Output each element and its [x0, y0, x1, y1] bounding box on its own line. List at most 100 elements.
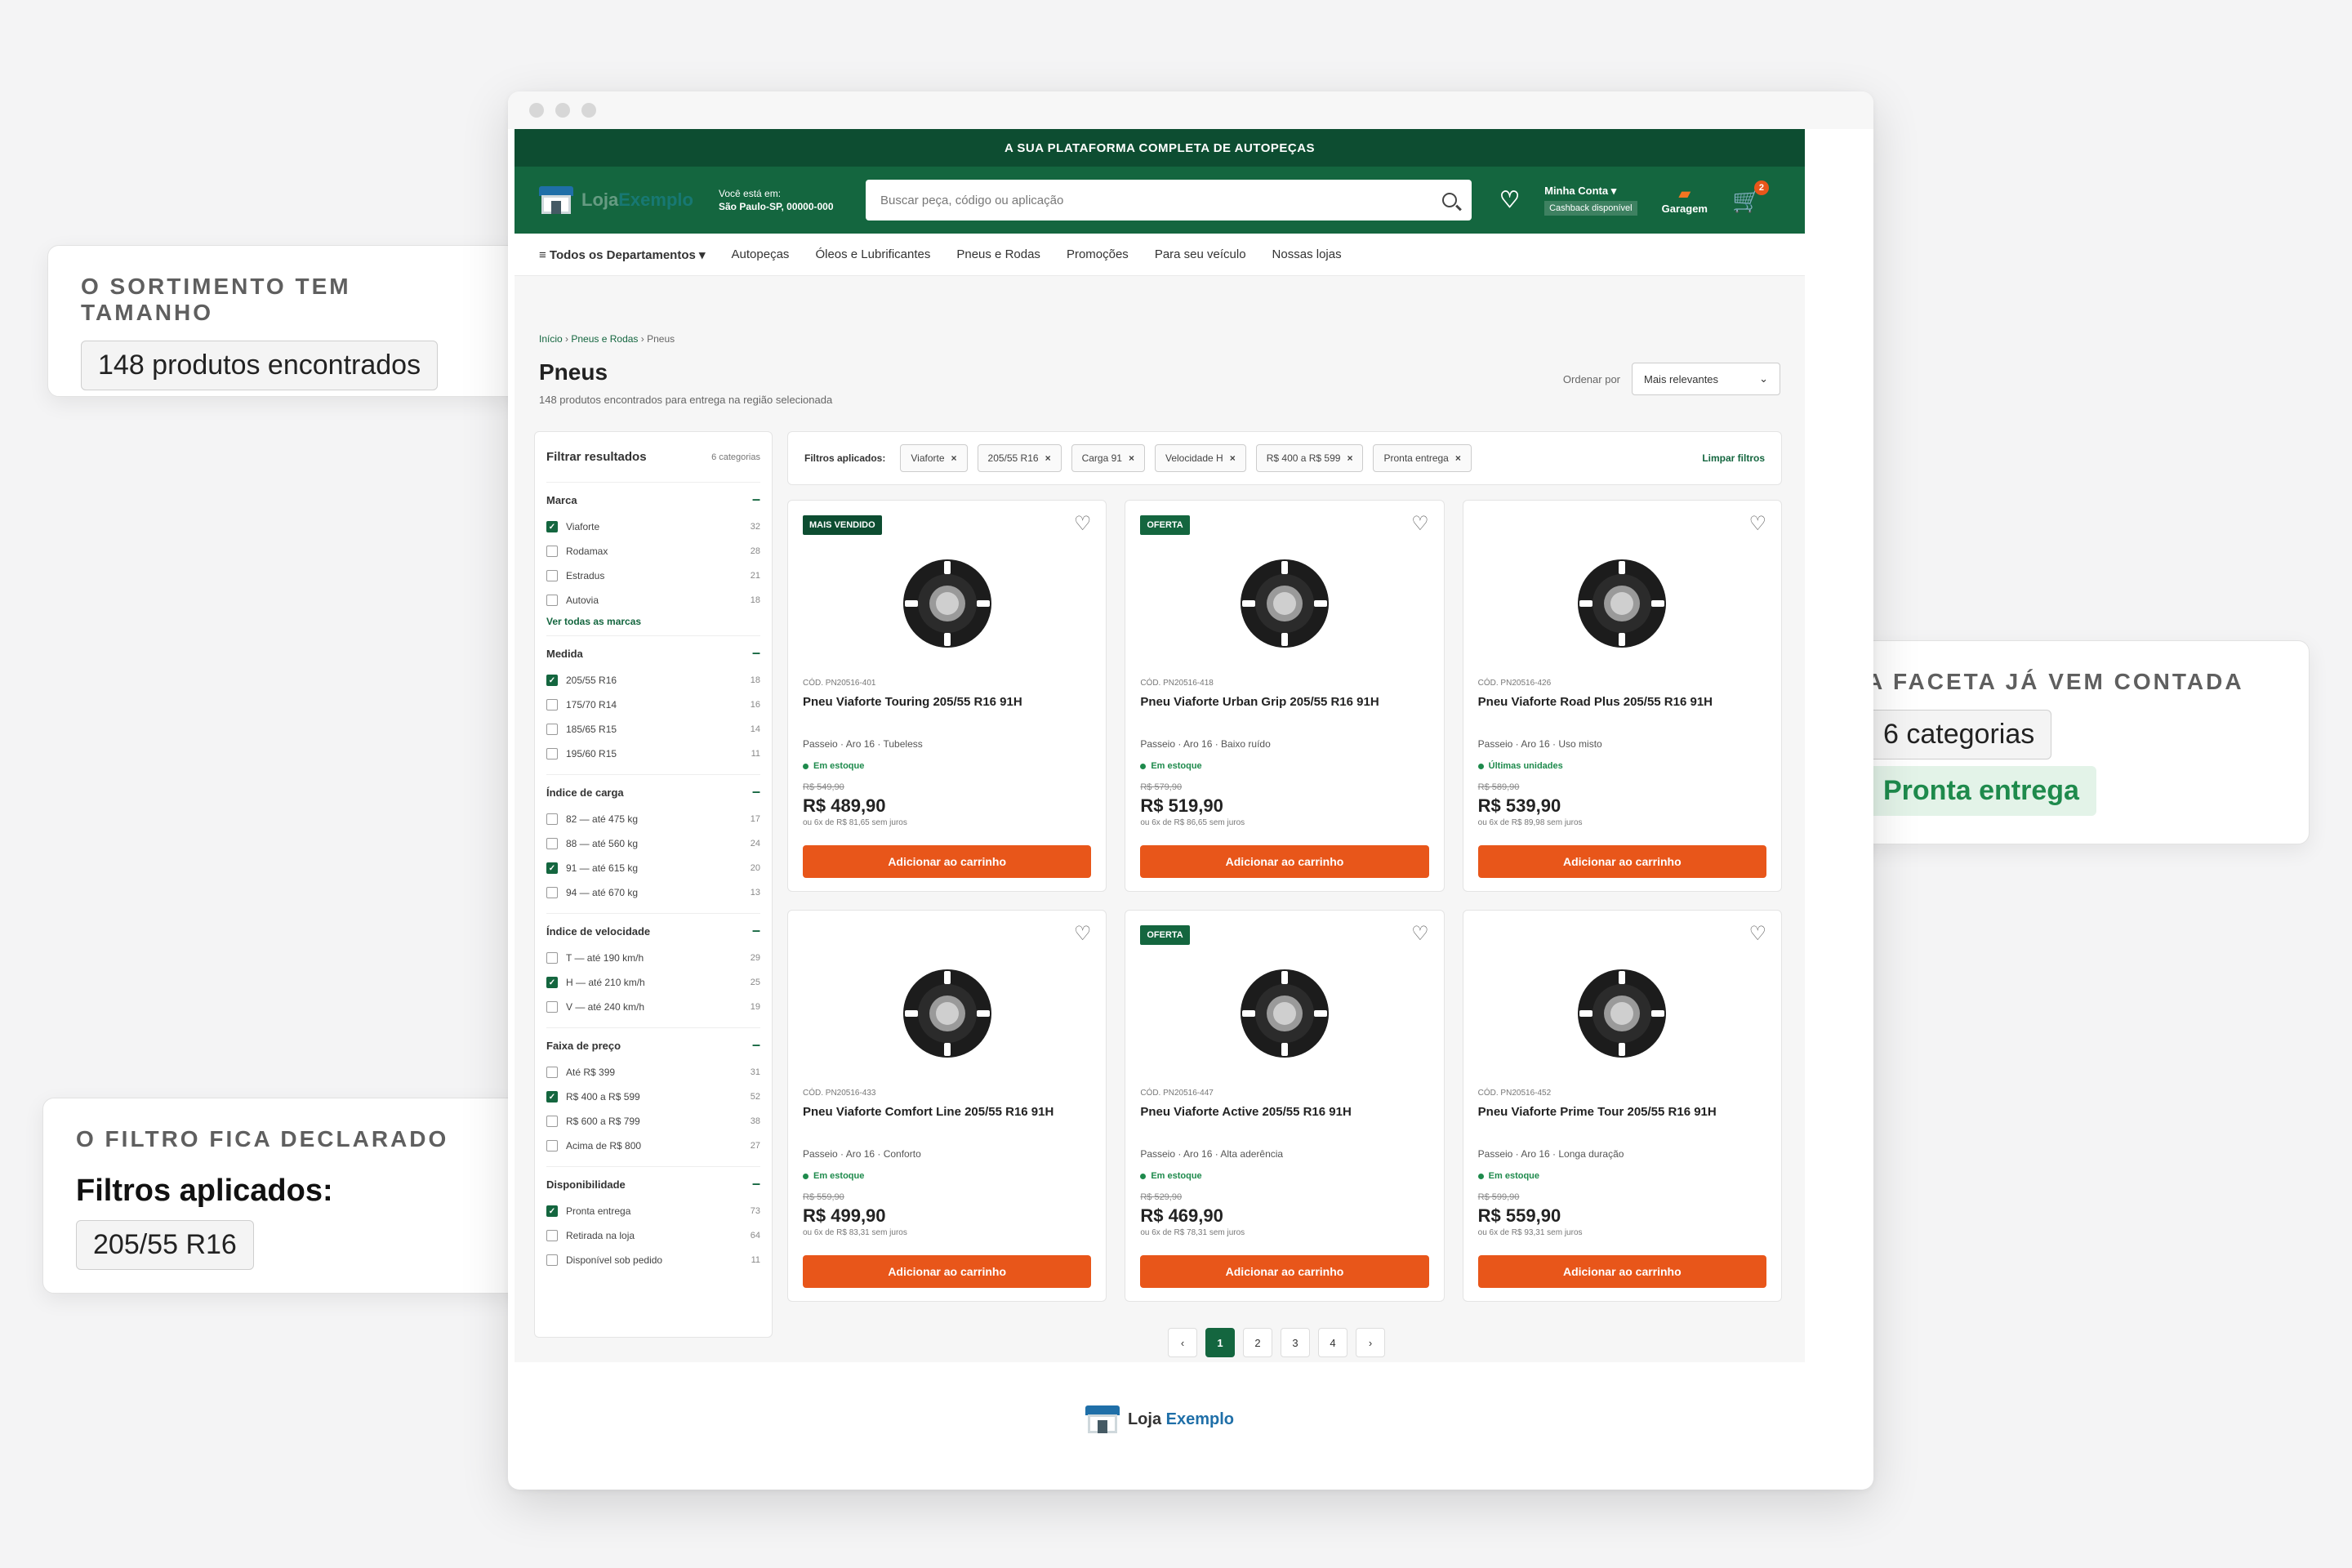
account-menu[interactable]: Minha Conta ▾ Cashback disponível: [1544, 185, 1637, 216]
facet-title[interactable]: Índice de carga –: [546, 784, 760, 799]
add-to-cart-button[interactable]: Adicionar ao carrinho: [803, 845, 1092, 878]
facet-option[interactable]: ✓ H — até 210 km/h 25: [546, 970, 760, 995]
close-icon[interactable]: ×: [951, 452, 957, 464]
search-input[interactable]: Buscar peça, código ou aplicação: [866, 180, 1472, 220]
applied-filter-chip[interactable]: 205/55 R16 ×: [977, 444, 1062, 472]
checkbox-icon[interactable]: [546, 1254, 558, 1266]
nav-item-promocoes[interactable]: Promoções: [1067, 247, 1129, 261]
facet-option[interactable]: Rodamax 28: [546, 539, 760, 564]
applied-filter-chip[interactable]: R$ 400 a R$ 599 ×: [1255, 444, 1364, 472]
facet-title[interactable]: Índice de velocidade –: [546, 923, 760, 938]
checkbox-checked-icon[interactable]: ✓: [546, 521, 558, 532]
close-icon[interactable]: ×: [1455, 452, 1461, 464]
facet-option[interactable]: Até R$ 399 31: [546, 1060, 760, 1085]
product-name[interactable]: Pneu Viaforte Active 205/55 R16 91H: [1140, 1104, 1428, 1120]
applied-filter-chip[interactable]: Pronta entrega ×: [1373, 444, 1472, 472]
product-card[interactable]: OFERTA ♡ CÓD. PN20516-418 Pneu Viaforte Ur…: [1125, 500, 1445, 892]
close-icon[interactable]: ×: [1230, 452, 1236, 464]
location[interactable]: Você está em: São Paulo-SP, 00000-000: [719, 187, 866, 213]
tire-icon[interactable]: [1239, 558, 1330, 649]
product-card[interactable]: ♡ CÓD. PN20516-426 Pneu Viaforte Road Plu…: [1462, 500, 1782, 892]
facet-title[interactable]: Marca –: [546, 492, 760, 506]
facet-option[interactable]: ✓ 205/55 R16 18: [546, 668, 760, 693]
window-dot-icon[interactable]: [581, 103, 596, 118]
checkbox-checked-icon[interactable]: ✓: [546, 862, 558, 874]
facet-option[interactable]: 82 — até 475 kg 17: [546, 807, 760, 831]
facet-option[interactable]: Acima de R$ 800 27: [546, 1134, 760, 1158]
heart-icon[interactable]: ♡: [1411, 922, 1429, 946]
facet-title[interactable]: Faixa de preço –: [546, 1037, 760, 1052]
breadcrumb-category[interactable]: Pneus e Rodas: [571, 333, 638, 345]
checkbox-icon[interactable]: [546, 1230, 558, 1241]
tire-icon[interactable]: [1576, 968, 1668, 1059]
cart-icon[interactable]: 🛒 2: [1732, 180, 1769, 214]
facet-option[interactable]: 88 — até 560 kg 24: [546, 831, 760, 856]
applied-filter-chip[interactable]: Carga 91 ×: [1071, 444, 1145, 472]
heart-icon[interactable]: ♡: [1074, 922, 1092, 946]
product-name[interactable]: Pneu Viaforte Touring 205/55 R16 91H: [803, 694, 1091, 710]
checkbox-icon[interactable]: [546, 570, 558, 581]
product-name[interactable]: Pneu Viaforte Prime Tour 205/55 R16 91H: [1478, 1104, 1766, 1120]
page-button[interactable]: 2: [1243, 1328, 1272, 1357]
tire-icon[interactable]: [1576, 558, 1668, 649]
close-icon[interactable]: ×: [1347, 452, 1352, 464]
collapse-icon[interactable]: –: [752, 923, 760, 938]
checkbox-icon[interactable]: [546, 1116, 558, 1127]
collapse-icon[interactable]: –: [752, 1176, 760, 1191]
facet-option[interactable]: 94 — até 670 kg 13: [546, 880, 760, 905]
facet-option[interactable]: ✓ 91 — até 615 kg 20: [546, 856, 760, 880]
heart-icon[interactable]: ♡: [1499, 189, 1520, 212]
collapse-icon[interactable]: –: [752, 645, 760, 660]
facet-title[interactable]: Medida –: [546, 645, 760, 660]
checkbox-icon[interactable]: [546, 546, 558, 557]
add-to-cart-button[interactable]: Adicionar ao carrinho: [1477, 845, 1766, 878]
nav-item-pneus[interactable]: Pneus e Rodas: [956, 247, 1040, 261]
page-button[interactable]: 1: [1205, 1328, 1235, 1357]
prev-page-button[interactable]: ‹: [1168, 1328, 1197, 1357]
checkbox-icon[interactable]: [546, 838, 558, 849]
page-button[interactable]: 4: [1318, 1328, 1348, 1357]
nav-item-autopecas[interactable]: Autopeças: [732, 247, 790, 261]
facet-option[interactable]: T — até 190 km/h 29: [546, 946, 760, 970]
heart-icon[interactable]: ♡: [1411, 512, 1429, 536]
checkbox-checked-icon[interactable]: ✓: [546, 977, 558, 988]
checkbox-icon[interactable]: [546, 952, 558, 964]
close-icon[interactable]: ×: [1045, 452, 1051, 464]
nav-item-lojas[interactable]: Nossas lojas: [1272, 247, 1342, 261]
checkbox-checked-icon[interactable]: ✓: [546, 675, 558, 686]
checkbox-icon[interactable]: [546, 887, 558, 898]
breadcrumb-home[interactable]: Início: [539, 333, 563, 345]
applied-filter-chip[interactable]: Viaforte ×: [900, 444, 968, 472]
facet-option[interactable]: R$ 600 a R$ 799 38: [546, 1109, 760, 1134]
checkbox-icon[interactable]: [546, 1067, 558, 1078]
product-card[interactable]: MAIS VENDIDO ♡ CÓD. PN20516-401 Pneu Viafo…: [787, 500, 1107, 892]
facet-option[interactable]: 185/65 R15 14: [546, 717, 760, 742]
nav-item-veiculo[interactable]: Para seu veículo: [1155, 247, 1246, 261]
tire-icon[interactable]: [902, 558, 993, 649]
facet-option[interactable]: Estradus 21: [546, 564, 760, 588]
search-icon[interactable]: [1442, 193, 1457, 207]
store-logo[interactable]: LojaExemplo: [539, 186, 719, 214]
checkbox-icon[interactable]: [546, 1140, 558, 1152]
close-icon[interactable]: ×: [1129, 452, 1134, 464]
footer-logo[interactable]: Loja Exemplo: [1085, 1405, 1234, 1433]
facet-option[interactable]: ✓ Viaforte 32: [546, 514, 760, 539]
garage-button[interactable]: ▰ Garagem: [1662, 185, 1708, 215]
checkbox-icon[interactable]: [546, 724, 558, 735]
facet-option[interactable]: 175/70 R14 16: [546, 693, 760, 717]
product-card[interactable]: OFERTA ♡ CÓD. PN20516-447 Pneu Viaforte Ac…: [1125, 910, 1445, 1302]
nav-item-oleos[interactable]: Óleos e Lubrificantes: [815, 247, 930, 261]
facet-option[interactable]: ✓ R$ 400 a R$ 599 52: [546, 1085, 760, 1109]
checkbox-checked-icon[interactable]: ✓: [546, 1205, 558, 1217]
product-card[interactable]: ♡ CÓD. PN20516-433 Pneu Viaforte Comfort …: [787, 910, 1107, 1302]
facet-option[interactable]: Retirada na loja 64: [546, 1223, 760, 1248]
add-to-cart-button[interactable]: Adicionar ao carrinho: [1140, 845, 1429, 878]
checkbox-icon[interactable]: [546, 748, 558, 760]
facet-option[interactable]: ✓ Pronta entrega 73: [546, 1199, 760, 1223]
nav-departments[interactable]: ≡ Todos os Departamentos ▾: [539, 247, 706, 262]
applied-filter-chip[interactable]: Velocidade H ×: [1154, 444, 1246, 472]
checkbox-icon[interactable]: [546, 1001, 558, 1013]
tire-icon[interactable]: [1239, 968, 1330, 1059]
product-card[interactable]: ♡ CÓD. PN20516-452 Pneu Viaforte Prime To…: [1462, 910, 1782, 1302]
page-button[interactable]: 3: [1281, 1328, 1310, 1357]
